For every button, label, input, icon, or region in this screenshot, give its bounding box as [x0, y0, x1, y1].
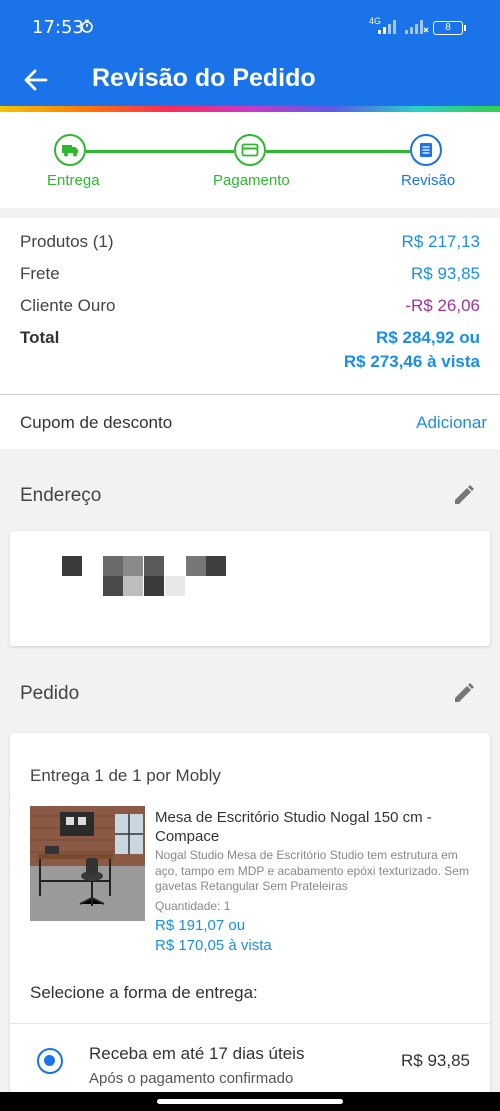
step-connector: [86, 150, 234, 153]
battery-icon: 8: [433, 21, 466, 35]
edit-address-icon[interactable]: [452, 483, 476, 507]
checkout-stepper: Entrega Pagamento Revisão: [0, 112, 500, 208]
address-section-title: Endereço: [20, 485, 102, 506]
step-revisao[interactable]: [410, 134, 442, 166]
step-pagamento[interactable]: [234, 134, 266, 166]
delivery-prompt: Selecione a forma de entrega:: [30, 983, 258, 1002]
edit-order-icon[interactable]: [452, 681, 476, 705]
total-label: Total: [20, 328, 60, 347]
step-entrega[interactable]: [54, 134, 86, 166]
shipping-label: Frete: [20, 264, 60, 283]
products-label: Produtos (1): [20, 232, 114, 251]
step-label-entrega: Entrega: [47, 172, 100, 189]
order-card: Entrega 1 de 1 por Mobly Mesa de Escritó…: [10, 733, 490, 1111]
redacted-block: [62, 556, 82, 576]
gold-client-discount: -R$ 26,06: [405, 296, 480, 315]
status-bar: 17:53 4G 8: [0, 0, 500, 56]
address-card[interactable]: [10, 531, 490, 646]
redacted-block: [144, 556, 164, 576]
status-time: 17:53: [32, 17, 84, 38]
product-quantity: Quantidade: 1: [155, 899, 231, 913]
system-nav-bar: [0, 1092, 500, 1111]
product-price: R$ 191,07 ou: [155, 917, 246, 934]
shipping-value: R$ 93,85: [411, 264, 480, 283]
delivery-option-subtitle: Após o pagamento confirmado: [89, 1070, 294, 1087]
redacted-block: [103, 556, 123, 576]
redacted-block: [144, 576, 164, 596]
order-summary: Produtos (1) R$ 217,13 Frete R$ 93,85 Cl…: [0, 218, 500, 395]
product-description: Nogal Studio Mesa de Escritório Studio t…: [155, 848, 469, 893]
total-value: R$ 284,92 ou R$ 273,46 à vista: [344, 326, 480, 374]
add-coupon-button[interactable]: Adicionar: [416, 413, 487, 433]
page-title: Revisão do Pedido: [92, 64, 316, 92]
redacted-block: [123, 576, 143, 596]
shipment-title: Entrega 1 de 1 por Mobly: [30, 766, 221, 785]
redacted-block: [103, 576, 123, 596]
products-value: R$ 217,13: [401, 232, 480, 251]
truck-icon: [62, 145, 78, 157]
back-arrow-icon[interactable]: [22, 66, 50, 94]
delivery-option-title[interactable]: Receba em até 17 dias úteis: [89, 1044, 304, 1064]
signal-icon: [378, 20, 396, 34]
total-cash: R$ 273,46 à vista: [343, 352, 480, 371]
coupon-row: Cupom de desconto Adicionar: [0, 395, 500, 449]
coupon-label: Cupom de desconto: [20, 413, 173, 432]
credit-card-icon: [241, 143, 259, 157]
delivery-option-price: R$ 93,85: [401, 1051, 470, 1070]
list-icon: [420, 143, 432, 157]
redacted-block: [165, 576, 185, 596]
step-label-pagamento: Pagamento: [213, 172, 290, 189]
divider: [10, 1023, 490, 1024]
total-installment: R$ 284,92 ou: [376, 328, 480, 347]
gold-client-label: Cliente Ouro: [20, 296, 116, 315]
order-section-title: Pedido: [20, 683, 80, 704]
product-price-cash: R$ 170,05 à vista: [155, 937, 272, 954]
redacted-block: [186, 556, 206, 576]
signal-off-icon: [405, 20, 429, 34]
timer-icon: [81, 19, 93, 33]
product-photo: [30, 806, 145, 921]
redacted-block: [123, 556, 143, 576]
app-bar: Revisão do Pedido: [0, 56, 500, 106]
product-name[interactable]: Mesa de Escritório Studio Nogal 150 cm -…: [155, 808, 475, 846]
step-connector: [266, 150, 410, 153]
home-gesture-handle[interactable]: [157, 1099, 343, 1104]
product-image[interactable]: [30, 806, 145, 921]
redacted-block: [206, 556, 226, 576]
step-label-revisao: Revisão: [401, 172, 456, 189]
delivery-option-radio[interactable]: [37, 1048, 63, 1074]
battery-level: 8: [445, 22, 451, 33]
